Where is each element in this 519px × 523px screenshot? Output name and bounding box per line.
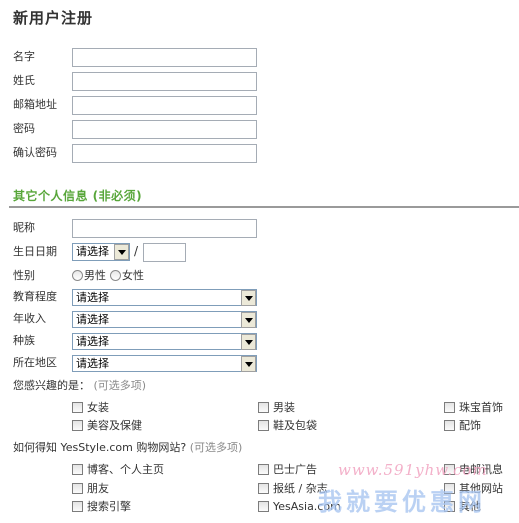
education-label: 教育程度	[13, 290, 57, 303]
email-label: 邮箱地址	[13, 98, 57, 111]
interests-question-text: 您感兴趣的是：	[13, 379, 90, 392]
chevron-down-icon[interactable]	[241, 356, 256, 372]
region-select[interactable]: 请选择	[72, 355, 257, 372]
chevron-down-icon[interactable]	[241, 312, 256, 328]
chevron-down-icon[interactable]	[241, 290, 256, 306]
source-checkbox-bus-ad[interactable]	[258, 464, 269, 475]
gender-female-radio[interactable]	[110, 270, 121, 281]
income-select[interactable]: 请选择	[72, 311, 257, 328]
interest-checkbox-men[interactable]	[258, 402, 269, 413]
birthday-month-select[interactable]: 请选择	[72, 243, 130, 261]
confirm-password-label: 确认密码	[13, 146, 57, 159]
interest-checkbox-shoes-bags[interactable]	[258, 420, 269, 431]
source-label-search: 搜索引擎	[87, 500, 131, 513]
source-label-blog: 博客、个人主页	[87, 463, 164, 476]
education-value: 请选择	[76, 291, 109, 304]
interest-label-shoes-bags: 鞋及包袋	[273, 419, 317, 432]
chevron-down-icon[interactable]	[114, 244, 129, 260]
source-checkbox-search[interactable]	[72, 501, 83, 512]
source-checkbox-friends[interactable]	[72, 483, 83, 494]
gender-female-label: 女性	[122, 269, 144, 282]
interest-label-accessories: 配饰	[459, 419, 481, 432]
interest-label-men: 男装	[273, 401, 295, 414]
income-value: 请选择	[76, 313, 109, 326]
interest-label-beauty: 美容及保健	[87, 419, 142, 432]
interest-checkbox-beauty[interactable]	[72, 420, 83, 431]
interest-checkbox-jewelry[interactable]	[444, 402, 455, 413]
interests-hint: (可选多项)	[93, 379, 147, 392]
source-question: 如何得知 YesStyle.com 购物网站? (可选多项)	[13, 441, 242, 454]
education-select[interactable]: 请选择	[72, 289, 257, 306]
interest-label-jewelry: 珠宝首饰	[459, 401, 503, 414]
income-label: 年收入	[13, 312, 46, 325]
birthday-label: 生日日期	[13, 245, 57, 258]
email-input[interactable]	[72, 96, 257, 115]
source-checkbox-blog[interactable]	[72, 464, 83, 475]
watermark-url: www.591yhw.com	[338, 461, 488, 479]
last-name-label: 姓氏	[13, 74, 35, 87]
interest-checkbox-women[interactable]	[72, 402, 83, 413]
ethnicity-select[interactable]: 请选择	[72, 333, 257, 350]
date-separator: /	[134, 244, 139, 258]
first-name-label: 名字	[13, 50, 35, 63]
source-checkbox-yesasia[interactable]	[258, 501, 269, 512]
gender-male-radio[interactable]	[72, 270, 83, 281]
chevron-down-icon[interactable]	[241, 334, 256, 350]
source-checkbox-press[interactable]	[258, 483, 269, 494]
page-title: 新用户注册	[13, 9, 94, 27]
watermark-logo-text: 我就要优惠网	[318, 488, 486, 516]
nickname-label: 昵称	[13, 221, 35, 234]
gender-label: 性别	[13, 269, 35, 282]
password-label: 密码	[13, 122, 35, 135]
first-name-input[interactable]	[72, 48, 257, 67]
last-name-input[interactable]	[72, 72, 257, 91]
gender-male-label: 男性	[84, 269, 106, 282]
ethnicity-value: 请选择	[76, 335, 109, 348]
section-divider	[9, 206, 519, 208]
ethnicity-label: 种族	[13, 334, 35, 347]
birthday-month-value: 请选择	[76, 245, 109, 258]
interest-label-women: 女装	[87, 401, 109, 414]
password-input[interactable]	[72, 120, 257, 139]
source-hint: (可选多项)	[189, 441, 243, 454]
region-label: 所在地区	[13, 356, 57, 369]
nickname-input[interactable]	[72, 219, 257, 238]
birthday-day-input[interactable]	[143, 243, 186, 262]
optional-section-title: 其它个人信息 (非必须)	[13, 189, 143, 203]
region-value: 请选择	[76, 357, 109, 370]
interest-checkbox-accessories[interactable]	[444, 420, 455, 431]
source-label-friends: 朋友	[87, 482, 109, 495]
source-question-text: 如何得知 YesStyle.com 购物网站?	[13, 441, 187, 454]
confirm-password-input[interactable]	[72, 144, 257, 163]
source-label-bus-ad: 巴士广告	[273, 463, 317, 476]
interests-question: 您感兴趣的是： (可选多项)	[13, 379, 146, 392]
